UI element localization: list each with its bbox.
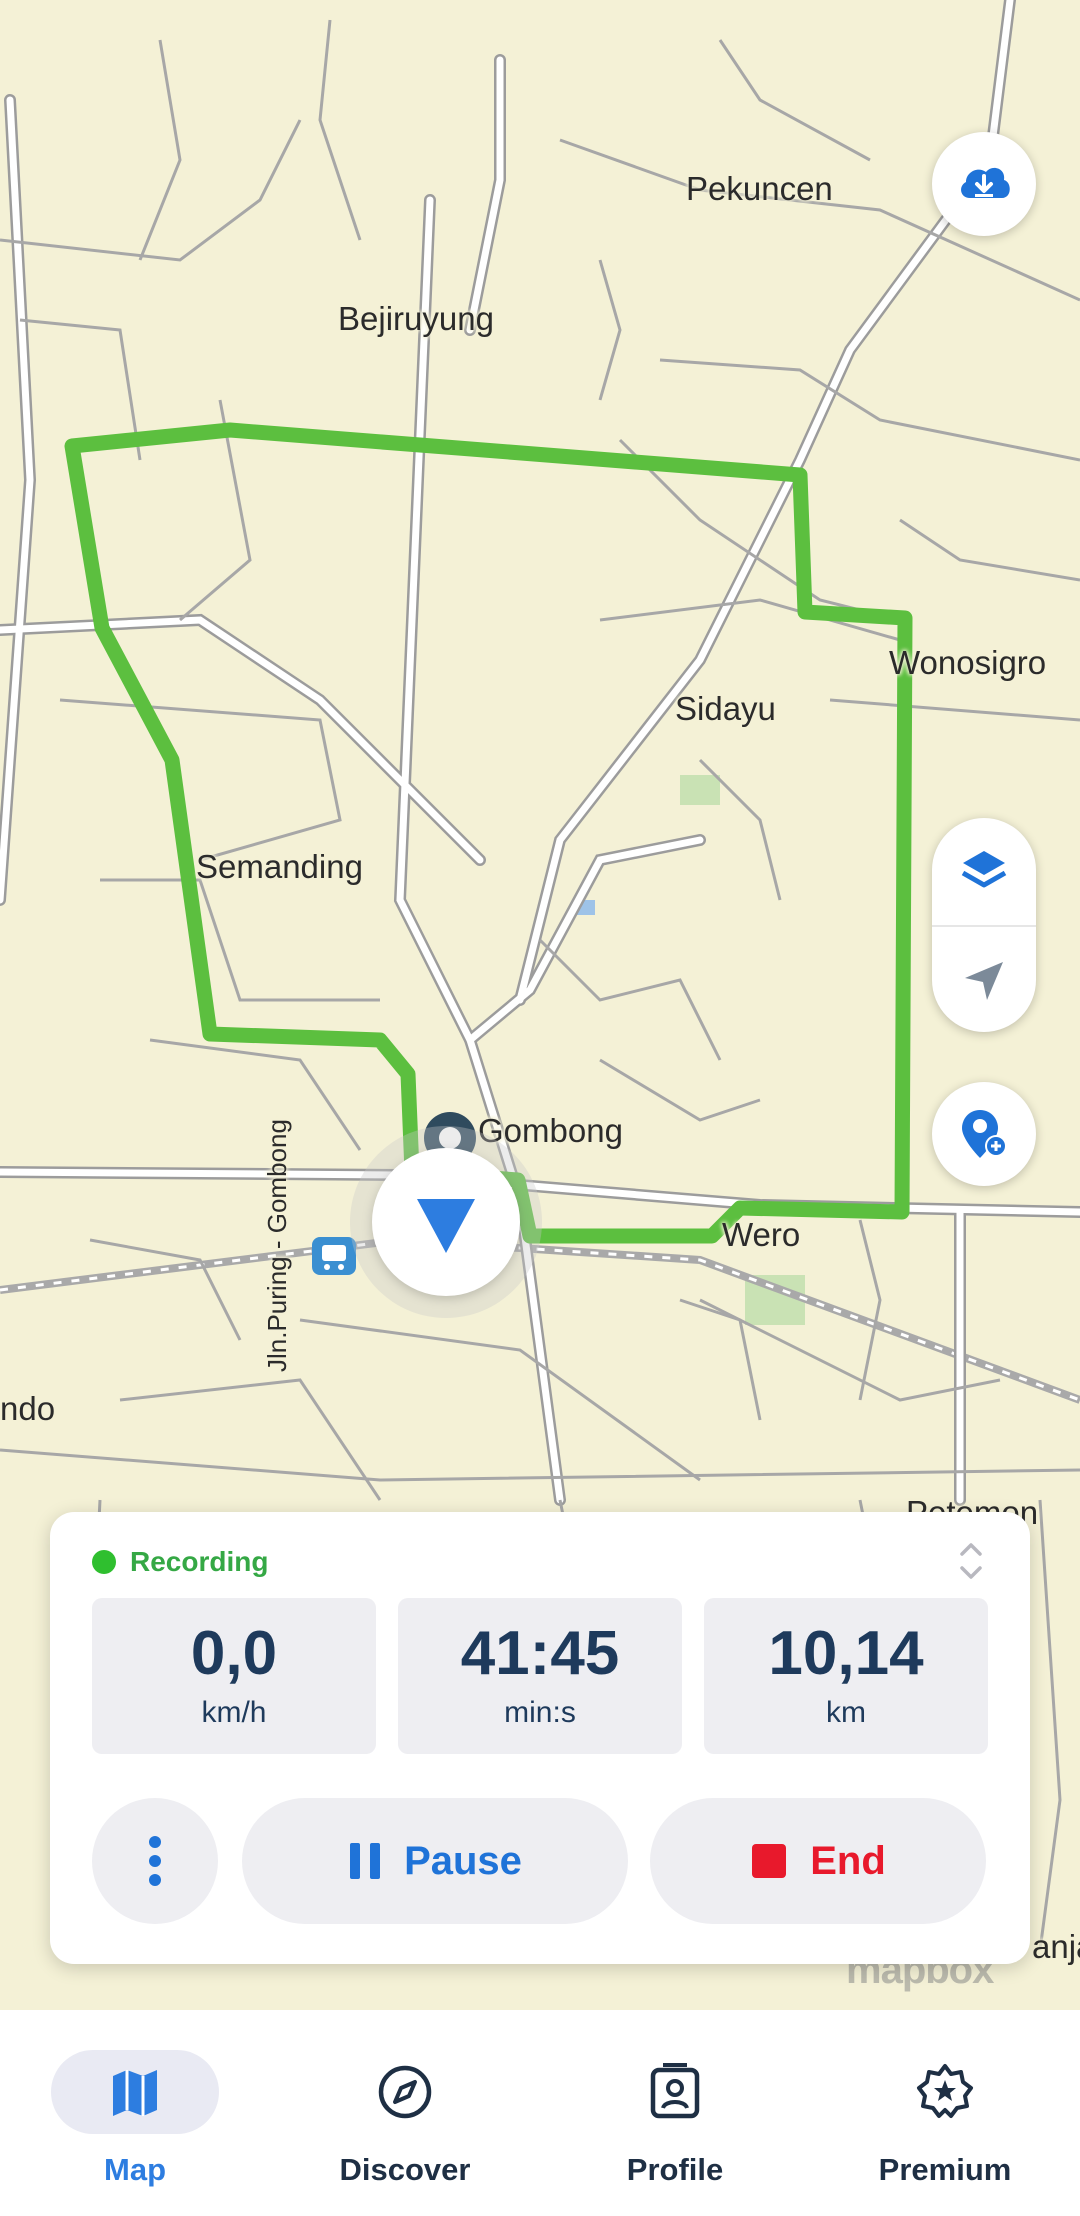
bus-stop-icon bbox=[312, 1237, 356, 1275]
end-label: End bbox=[810, 1838, 886, 1883]
place-label: Wero bbox=[722, 1216, 801, 1253]
pause-label: Pause bbox=[404, 1838, 522, 1883]
place-label: ndo bbox=[0, 1390, 56, 1427]
place-label: Wonosigro bbox=[889, 644, 1047, 681]
distance-unit: km bbox=[826, 1696, 866, 1729]
distance-value: 10,14 bbox=[768, 1619, 924, 1688]
place-label: Pekuncen bbox=[686, 170, 833, 207]
stop-icon bbox=[752, 1844, 787, 1878]
road-label: Jln.Puring - Gombong bbox=[262, 1119, 292, 1372]
tab-discover[interactable]: Discover bbox=[270, 2038, 540, 2198]
heading-arrow-icon bbox=[417, 1199, 475, 1253]
speed-value: 0,0 bbox=[190, 1619, 278, 1688]
pause-icon bbox=[350, 1843, 381, 1879]
place-label: Semanding bbox=[196, 848, 363, 885]
tab-profile-label: Profile bbox=[626, 2152, 724, 2187]
tab-map-pill bbox=[51, 2050, 219, 2134]
current-location-marker bbox=[372, 1148, 520, 1296]
recording-label: Recording bbox=[130, 1546, 269, 1577]
duration-value: 41:45 bbox=[460, 1619, 620, 1688]
place-label: Sidayu bbox=[675, 690, 776, 727]
duration-stat: 41:45 min:s bbox=[398, 1598, 682, 1754]
compass-icon bbox=[378, 2065, 432, 2119]
layers-button[interactable] bbox=[932, 818, 1036, 925]
speed-stat: 0,0 km/h bbox=[92, 1598, 376, 1754]
more-options-button[interactable] bbox=[92, 1798, 218, 1924]
pause-button[interactable]: Pause bbox=[242, 1798, 628, 1924]
end-button[interactable]: End bbox=[650, 1798, 986, 1924]
place-label: Bejiruyung bbox=[338, 300, 494, 337]
distance-stat: 10,14 km bbox=[704, 1598, 988, 1754]
tab-discover-pill bbox=[321, 2050, 489, 2134]
tab-premium[interactable]: Premium bbox=[810, 2038, 1080, 2198]
recording-status: Recording bbox=[92, 1546, 268, 1578]
place-label: Gombong bbox=[478, 1112, 623, 1149]
more-vertical-icon bbox=[149, 1836, 161, 1886]
profile-badge-icon bbox=[650, 2063, 700, 2119]
tab-premium-label: Premium bbox=[878, 2152, 1012, 2187]
add-location-button[interactable] bbox=[932, 1082, 1036, 1186]
tab-profile[interactable]: Profile bbox=[540, 2038, 810, 2198]
duration-unit: min:s bbox=[504, 1696, 576, 1729]
navigation-arrow-icon bbox=[965, 961, 1003, 1000]
cloud-download-icon bbox=[961, 167, 1010, 198]
download-map-button[interactable] bbox=[932, 132, 1036, 236]
tab-discover-label: Discover bbox=[339, 2152, 471, 2187]
chevron-up-down-icon bbox=[960, 1543, 982, 1579]
map-icon bbox=[113, 2070, 157, 2116]
premium-star-icon bbox=[917, 2064, 973, 2118]
place-label: anja bbox=[1032, 1928, 1080, 1965]
recording-panel: Recording 0,0 km/h 41:45 min:s 10,14 km … bbox=[50, 1512, 1030, 1964]
add-location-icon bbox=[962, 1110, 1007, 1158]
tab-premium-pill bbox=[861, 2050, 1029, 2134]
layers-icon bbox=[961, 850, 1007, 887]
tab-map-label: Map bbox=[104, 2152, 166, 2187]
tab-profile-pill bbox=[591, 2050, 759, 2134]
map-controls bbox=[932, 818, 1036, 1032]
bottom-tab-bar: Map Discover Profile Premium bbox=[0, 2010, 1080, 2216]
expand-collapse-button[interactable] bbox=[956, 1534, 986, 1588]
recording-dot-icon bbox=[92, 1550, 116, 1574]
speed-unit: km/h bbox=[201, 1696, 267, 1729]
tab-map[interactable]: Map bbox=[0, 2038, 270, 2198]
locate-me-button[interactable] bbox=[932, 927, 1036, 1032]
